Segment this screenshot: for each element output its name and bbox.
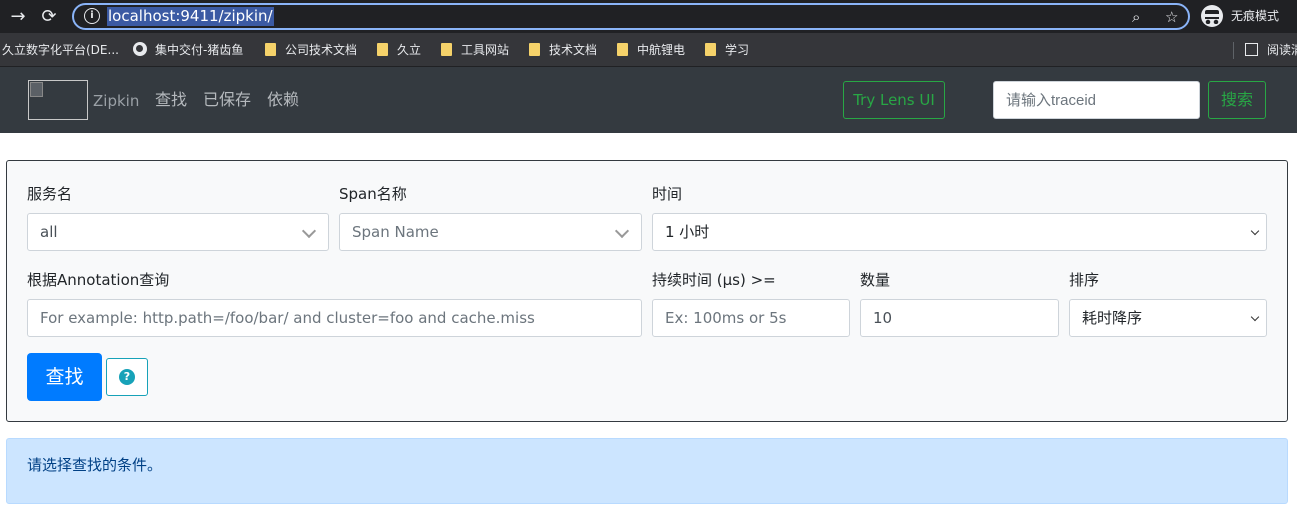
broken-image-icon bbox=[30, 82, 43, 97]
bookmarks-divider bbox=[1233, 42, 1234, 59]
bookmark-item[interactable]: 工具网站 bbox=[441, 40, 509, 60]
span-placeholder: Span Name bbox=[352, 223, 439, 241]
folder-icon bbox=[377, 43, 388, 56]
chevron-down-icon bbox=[1250, 226, 1260, 236]
nav-link-find[interactable]: 查找 bbox=[155, 89, 187, 111]
sort-select[interactable]: 耗时降序 bbox=[1069, 299, 1267, 337]
traceid-input[interactable] bbox=[993, 81, 1200, 119]
folder-icon bbox=[617, 43, 628, 56]
back-arrow-icon[interactable]: → bbox=[6, 5, 30, 29]
time-value: 1 小时 bbox=[665, 223, 710, 241]
alert-message: 请选择查找的条件。 bbox=[27, 456, 163, 474]
time-select[interactable]: 1 小时 bbox=[652, 213, 1267, 251]
bookmark-item[interactable]: 久立 bbox=[377, 40, 421, 60]
incognito-icon[interactable] bbox=[1201, 5, 1223, 27]
folder-icon bbox=[441, 43, 452, 56]
reading-list-icon bbox=[1245, 43, 1258, 56]
service-label: 服务名 bbox=[27, 185, 73, 203]
service-select[interactable]: all bbox=[27, 213, 329, 251]
chevron-down-icon bbox=[301, 223, 317, 239]
nav-link-saved[interactable]: 已保存 bbox=[203, 89, 251, 111]
globe-icon bbox=[133, 42, 147, 56]
search-button[interactable]: 搜索 bbox=[1208, 81, 1266, 119]
folder-icon bbox=[705, 43, 716, 56]
sort-label: 排序 bbox=[1069, 271, 1100, 289]
chevron-down-icon bbox=[614, 223, 630, 239]
time-label: 时间 bbox=[652, 185, 683, 203]
help-button[interactable]: ? bbox=[106, 358, 148, 396]
sort-value: 耗时降序 bbox=[1082, 309, 1143, 327]
bookmark-item[interactable]: 中航锂电 bbox=[617, 40, 685, 60]
nav-link-dependencies[interactable]: 依赖 bbox=[267, 89, 299, 111]
star-icon[interactable]: ☆ bbox=[1165, 7, 1178, 27]
bookmark-item[interactable]: 技术文档 bbox=[529, 40, 597, 60]
url-text[interactable]: localhost:9411/zipkin/ bbox=[107, 7, 274, 26]
find-button[interactable]: 查找 bbox=[27, 353, 102, 401]
browser-toolbar: → ⟳ i localhost:9411/zipkin/ ⌕ ☆ 无痕模式 bbox=[0, 0, 1297, 33]
reload-icon[interactable]: ⟳ bbox=[37, 5, 61, 29]
incognito-label[interactable]: 无痕模式 bbox=[1231, 8, 1279, 24]
search-panel: 服务名 all Span名称 Span Name 时间 1 小时 根据Annot… bbox=[6, 160, 1288, 422]
duration-input[interactable]: Ex: 100ms or 5s bbox=[652, 299, 850, 337]
info-alert: 请选择查找的条件。 bbox=[6, 438, 1288, 504]
limit-input[interactable]: 10 bbox=[860, 299, 1059, 337]
duration-label: 持续时间 (μs) >= bbox=[652, 271, 776, 289]
annotation-placeholder: For example: http.path=/foo/bar/ and clu… bbox=[40, 309, 535, 327]
chevron-down-icon bbox=[1250, 312, 1260, 322]
annotation-input[interactable]: For example: http.path=/foo/bar/ and clu… bbox=[27, 299, 642, 337]
span-name-select[interactable]: Span Name bbox=[339, 213, 642, 251]
service-value: all bbox=[40, 223, 58, 241]
bookmark-item[interactable]: 久立数字化平台(DE... bbox=[2, 40, 119, 60]
folder-icon bbox=[529, 43, 540, 56]
brand-name[interactable]: Zipkin bbox=[93, 91, 139, 111]
zoom-icon[interactable]: ⌕ bbox=[1132, 7, 1140, 27]
annotation-label: 根据Annotation查询 bbox=[27, 271, 170, 289]
bookmark-item[interactable]: 学习 bbox=[705, 40, 749, 60]
folder-icon bbox=[265, 43, 276, 56]
duration-placeholder: Ex: 100ms or 5s bbox=[665, 309, 787, 327]
site-info-icon[interactable]: i bbox=[84, 8, 100, 24]
span-label: Span名称 bbox=[339, 185, 407, 203]
bookmarks-bar: 久立数字化平台(DE... 集中交付-猪齿鱼 公司技术文档 久立 工具网站 技术… bbox=[0, 33, 1297, 67]
bookmark-item[interactable]: 公司技术文档 bbox=[265, 40, 357, 60]
try-lens-button[interactable]: Try Lens UI bbox=[843, 81, 945, 119]
app-navbar: Zipkin 查找 已保存 依赖 Try Lens UI 搜索 bbox=[0, 67, 1297, 133]
address-bar[interactable]: i localhost:9411/zipkin/ ⌕ ☆ bbox=[72, 3, 1190, 30]
logo-image[interactable] bbox=[28, 80, 88, 120]
question-circle-icon: ? bbox=[119, 369, 135, 385]
limit-value: 10 bbox=[873, 309, 893, 327]
bookmark-item[interactable]: 集中交付-猪齿鱼 bbox=[133, 40, 243, 60]
reading-list[interactable]: 阅读清 bbox=[1245, 40, 1297, 60]
limit-label: 数量 bbox=[860, 271, 891, 289]
